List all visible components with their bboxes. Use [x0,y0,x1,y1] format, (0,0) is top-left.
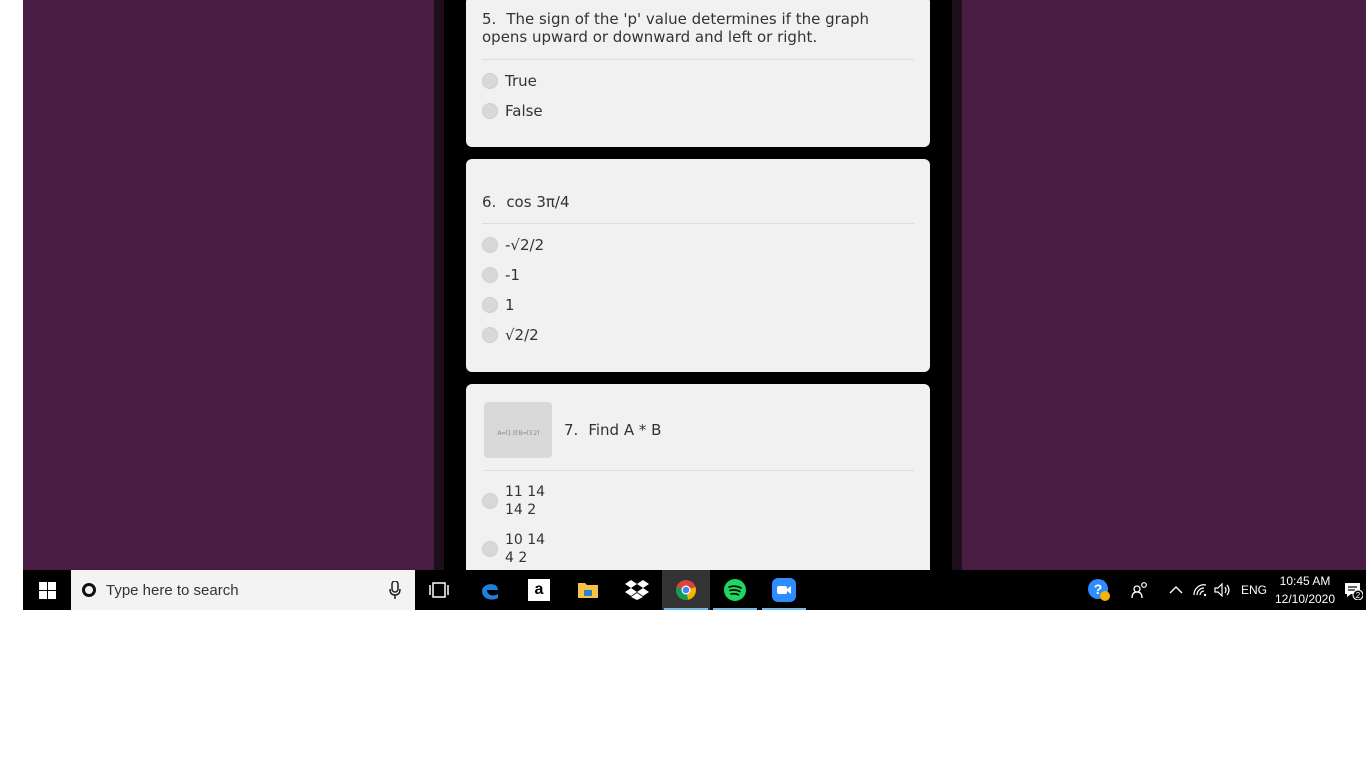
action-center-button[interactable]: 2 [1343,570,1366,610]
search-placeholder: Type here to search [106,581,239,599]
running-indicator [762,608,806,610]
matrix-image-text: A=[1 3] B=[3 2] [497,430,539,435]
option-item[interactable]: 1 [482,290,914,320]
people-tray-button[interactable] [1123,570,1157,610]
show-hidden-icons-button[interactable] [1163,570,1189,610]
option-line-1: 11 14 [505,484,546,500]
option-label: -√2/2 [505,236,545,254]
amazon-icon: a [528,579,550,601]
dropbox-icon [625,580,649,600]
active-indicator [664,608,708,610]
chevron-up-icon [1169,586,1183,594]
radio-button[interactable] [482,103,498,119]
volume-icon [1214,583,1230,597]
question-text: cos 3π/4 [506,193,570,211]
question-number: 5. [482,10,497,28]
option-false[interactable]: False [482,96,914,126]
people-icon [1131,582,1147,599]
file-explorer-icon [578,583,598,598]
option-line-1: 10 14 [505,532,546,548]
zoom-icon [772,578,796,602]
question-number: 7. [564,421,579,439]
question-header: 5. The sign of the 'p' value determines i… [482,0,914,60]
windows-logo-icon [38,581,56,599]
task-view-icon [429,582,449,598]
option-label: 1 [505,296,515,314]
radio-button[interactable] [482,493,498,509]
help-icon: ? [1088,579,1110,601]
question-card-5: 5. The sign of the 'p' value determines i… [466,0,930,147]
spotify-icon [724,579,746,601]
edge-button[interactable] [466,570,514,610]
radio-button[interactable] [482,73,498,89]
taskbar-search-box[interactable]: Type here to search [71,570,415,610]
amazon-button[interactable]: a [515,570,563,610]
option-label: √2/2 [505,326,539,344]
chrome-icon [676,580,696,600]
option-item[interactable]: 11 14 14 2 [482,477,914,525]
option-label: True [505,72,537,90]
option-line-2: 4 2 [505,550,528,566]
option-label: 10 14 4 2 [505,531,545,567]
windows-taskbar: Type here to search a ? ENG 10:45 AM 12/… [23,570,1366,610]
frame-edge-left [434,0,444,570]
option-label: -1 [505,266,520,284]
radio-button[interactable] [482,541,498,557]
option-label: False [505,102,543,120]
question-number: 6. [482,193,497,211]
language-indicator[interactable]: ENG [1241,570,1267,610]
microphone-icon[interactable] [389,581,401,599]
spotify-button[interactable] [711,570,759,610]
start-button[interactable] [23,570,71,610]
chrome-button[interactable] [662,570,710,610]
desktop-background: 5. The sign of the 'p' value determines i… [23,0,1366,610]
notification-count: 2 [1356,591,1361,600]
language-label: ENG [1241,583,1268,597]
option-item[interactable]: 10 14 4 2 [482,525,914,573]
option-item[interactable]: √2/2 [482,320,914,350]
option-label: 11 14 14 2 [505,483,545,519]
running-indicator [713,608,757,610]
radio-button[interactable] [482,327,498,343]
radio-button[interactable] [482,297,498,313]
question-text: Find A * B [588,421,662,439]
question-header: 6. cos 3π/4 [482,159,914,224]
option-line-2: 14 2 [505,502,537,518]
question-image[interactable]: A=[1 3] B=[3 2] [484,402,552,458]
clock-date: 12/10/2020 [1274,592,1336,606]
wifi-icon [1193,584,1207,597]
zoom-button[interactable] [760,570,808,610]
edge-icon [482,584,498,600]
frame-edge-right [952,0,962,570]
dropbox-button[interactable] [613,570,661,610]
option-true[interactable]: True [482,66,914,96]
clock-time: 10:45 AM [1279,574,1331,588]
volume-tray-button[interactable] [1211,570,1235,610]
options-list: 11 14 14 2 10 14 4 2 [466,471,930,583]
radio-button[interactable] [482,267,498,283]
question-card-6: 6. cos 3π/4 -√2/2 -1 1 √2/2 [466,159,930,372]
options-list: True False [466,60,930,136]
radio-button[interactable] [482,237,498,253]
notification-icon: 2 [1345,583,1363,600]
question-header: A=[1 3] B=[3 2] 7. Find A * B [484,384,914,471]
help-tray-button[interactable]: ? [1075,570,1123,610]
taskbar-clock[interactable]: 10:45 AM 12/10/2020 [1267,572,1343,608]
question-text: The sign of the 'p' value determines if … [482,10,870,46]
cortana-icon [82,583,96,597]
option-item[interactable]: -√2/2 [482,230,914,260]
options-list: -√2/2 -1 1 √2/2 [466,224,930,360]
task-view-button[interactable] [415,570,463,610]
option-item[interactable]: -1 [482,260,914,290]
network-tray-button[interactable] [1189,570,1211,610]
file-explorer-button[interactable] [564,570,612,610]
